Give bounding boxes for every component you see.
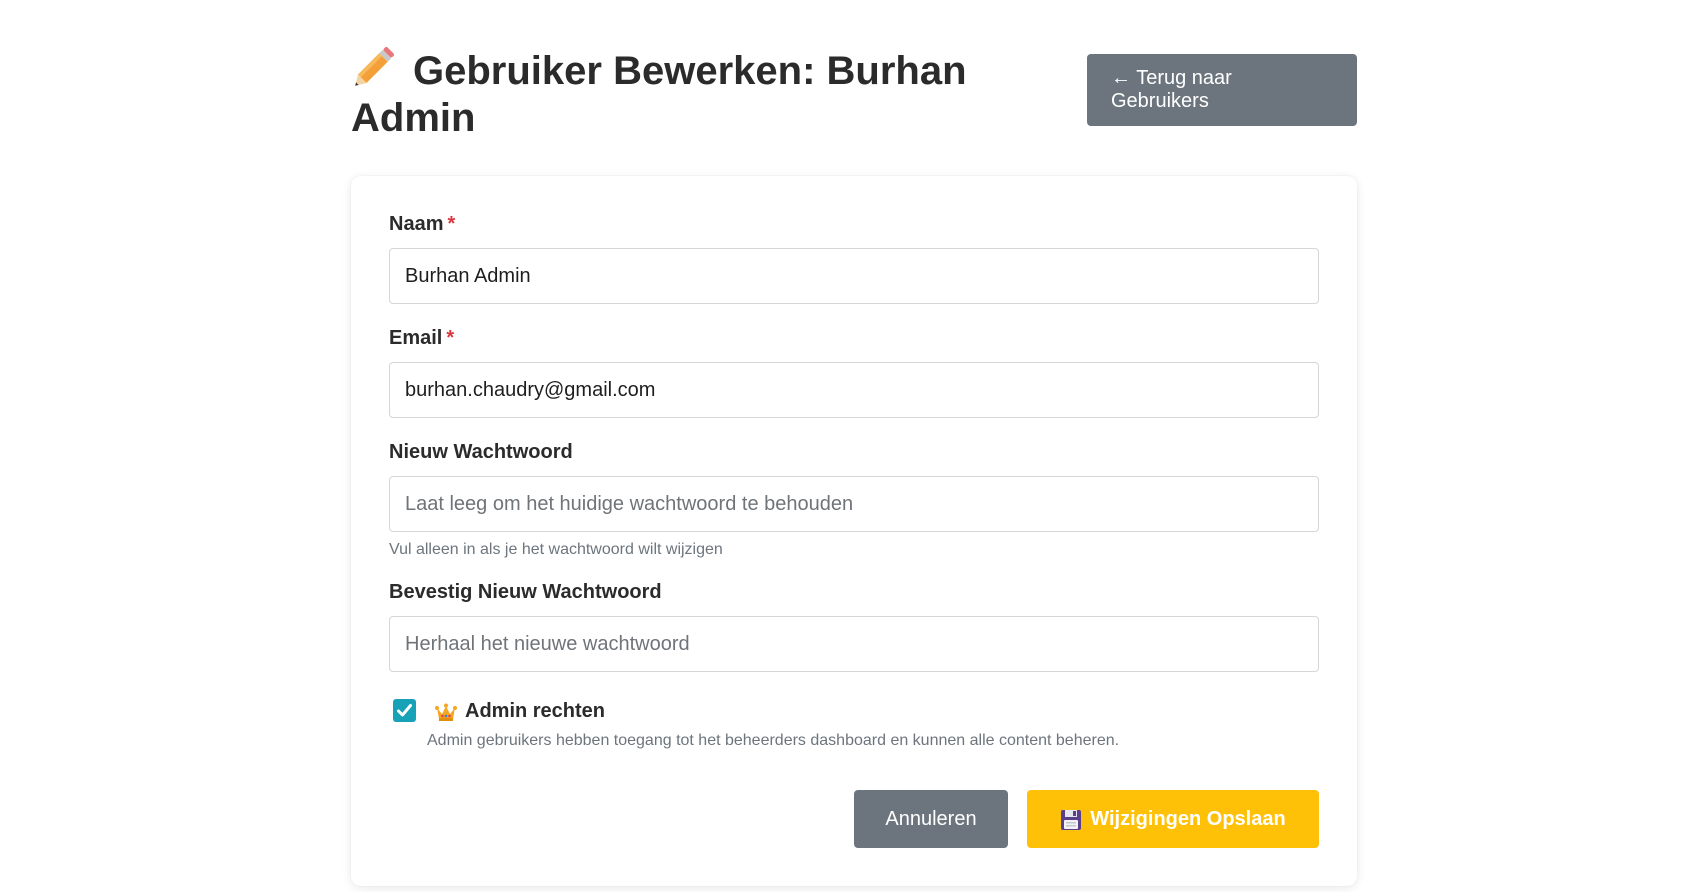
page-title-text: Gebruiker Bewerken: Burhan Admin [351, 49, 967, 140]
confirm-password-label: Bevestig Nieuw Wachtwoord [389, 581, 662, 603]
required-mark: * [446, 327, 455, 349]
email-input[interactable] [389, 362, 1319, 418]
new-password-field-group: Nieuw Wachtwoord Vul alleen in als je he… [389, 440, 1319, 559]
name-field-group: Naam * [389, 212, 1319, 304]
save-button-label: Wijzigingen Opslaan [1090, 807, 1286, 830]
new-password-help: Vul alleen in als je het wachtwoord wilt… [389, 541, 723, 558]
email-label: Email * [389, 327, 455, 349]
name-label: Naam * [389, 213, 456, 235]
pencil-icon [355, 47, 394, 86]
checkmark-icon [397, 704, 412, 717]
back-to-users-button[interactable]: ← Terug naar Gebruikers [1087, 54, 1357, 126]
new-password-input[interactable] [389, 476, 1319, 532]
new-password-label: Nieuw Wachtwoord [389, 441, 573, 463]
page-header: Gebruiker Bewerken: Burhan Admin ← Terug… [351, 0, 1357, 176]
page-container: Gebruiker Bewerken: Burhan Admin ← Terug… [351, 0, 1357, 886]
save-changes-button[interactable]: Wijzigingen Opslaan [1027, 790, 1319, 848]
admin-rights-checkbox[interactable] [393, 699, 416, 722]
edit-user-form-card: Naam* Email* Nieuw Wachtwoord Vul alleen… [351, 176, 1357, 886]
admin-rights-label[interactable]: Admin rechten [465, 698, 605, 724]
cancel-button[interactable]: Annuleren [854, 790, 1008, 848]
floppy-disk-icon [1061, 810, 1082, 830]
page-title: Gebruiker Bewerken: Burhan Admin [351, 44, 991, 142]
name-input[interactable] [389, 248, 1319, 304]
admin-rights-help: Admin gebruikers hebben toegang tot het … [427, 732, 1120, 749]
email-field-group: Email * [389, 326, 1319, 418]
required-mark: * [447, 213, 456, 235]
confirm-password-field-group: Bevestig Nieuw Wachtwoord [389, 580, 1319, 672]
confirm-password-input[interactable] [389, 616, 1319, 672]
crown-icon [435, 703, 457, 721]
